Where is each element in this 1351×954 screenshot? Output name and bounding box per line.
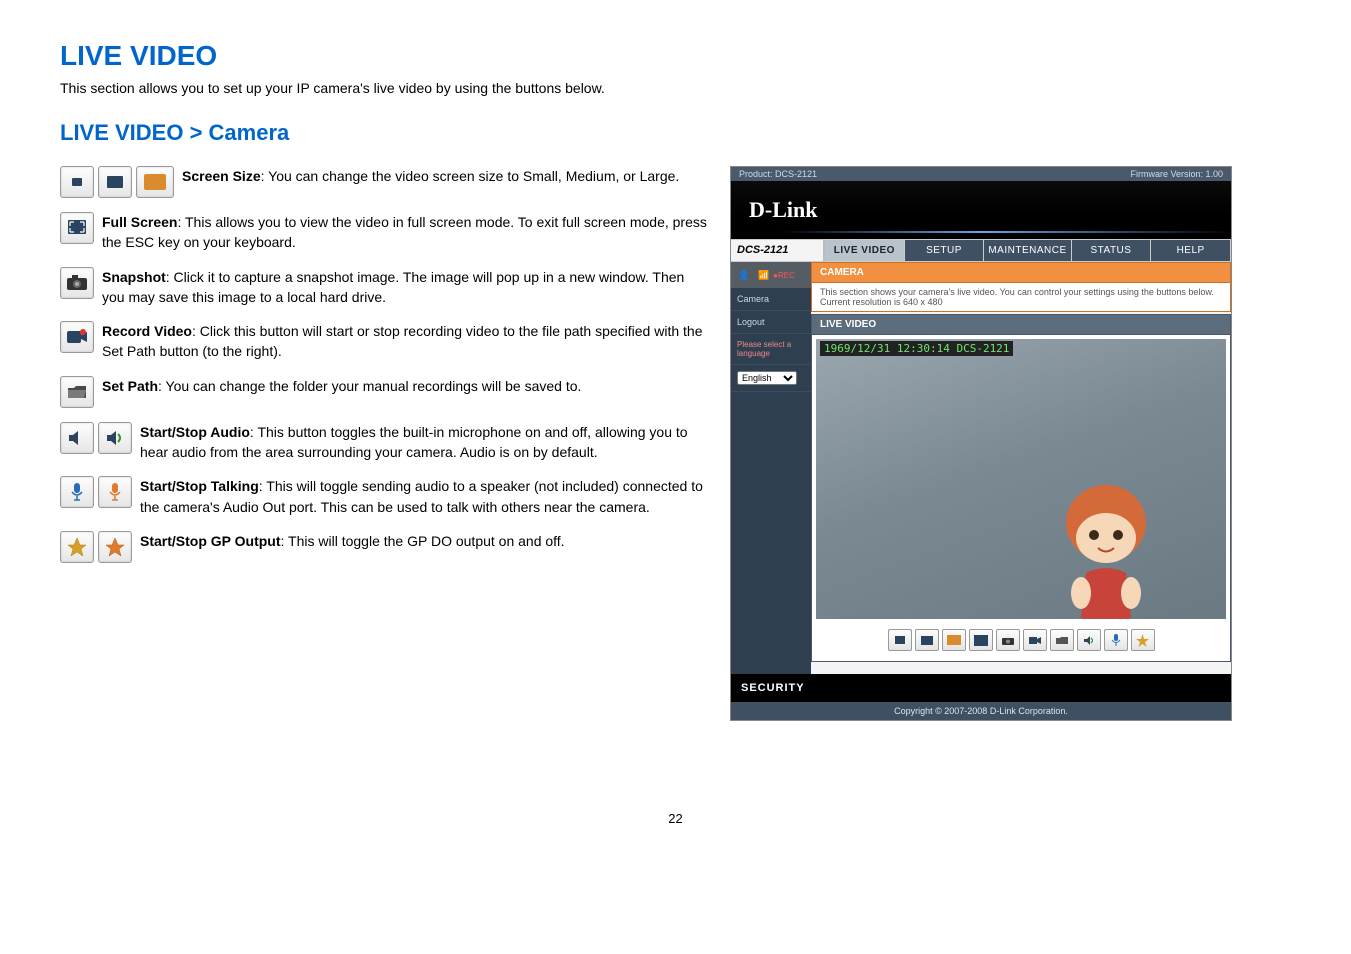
side-camera[interactable]: Camera — [731, 288, 811, 311]
copyright: Copyright © 2007-2008 D-Link Corporation… — [731, 702, 1231, 720]
admin-screenshot: Product: DCS-2121 Firmware Version: 1.00… — [730, 166, 1232, 721]
ctrl-mic-icon[interactable] — [1104, 629, 1128, 651]
audio-label: Start/Stop Audio — [140, 424, 250, 440]
mascot-figure — [1046, 463, 1166, 619]
audio-on-icon — [60, 422, 94, 454]
record-video-text: : Click this button will start or stop r… — [102, 323, 702, 359]
video-osd: 1969/12/31 12:30:14 DCS-2121 — [820, 341, 1013, 356]
record-video-icon — [60, 321, 94, 353]
full-screen-icon — [60, 212, 94, 244]
gp-output-text: : This will toggle the GP DO output on a… — [281, 533, 565, 549]
subheading: LIVE VIDEO > Camera — [60, 120, 1291, 146]
tab-live-video[interactable]: LIVE VIDEO — [825, 240, 905, 261]
intro-text: This section allows you to set up your I… — [60, 80, 1291, 96]
ctrl-full-screen-icon[interactable] — [969, 629, 993, 651]
item-full-screen: Full Screen: This allows you to view the… — [60, 212, 710, 253]
item-talking: Start/Stop Talking: This will toggle sen… — [60, 476, 710, 517]
shot-model: DCS-2121 — [731, 240, 825, 261]
item-snapshot: Snapshot: Click it to capture a snapshot… — [60, 267, 710, 308]
screen-size-label: Screen Size — [182, 168, 261, 184]
shot-firmware: Firmware Version: 1.00 — [1130, 169, 1223, 179]
talking-label: Start/Stop Talking — [140, 478, 259, 494]
item-audio: Start/Stop Audio: This button toggles th… — [60, 422, 710, 463]
live-video-header: LIVE VIDEO — [811, 314, 1231, 335]
tab-status[interactable]: STATUS — [1072, 240, 1152, 261]
ctrl-folder-icon[interactable] — [1050, 629, 1074, 651]
camera-header: CAMERA — [811, 262, 1231, 283]
gp-output-label: Start/Stop GP Output — [140, 533, 281, 549]
item-screen-size: Screen Size: You can change the video sc… — [60, 166, 710, 198]
feature-list: Screen Size: You can change the video sc… — [60, 166, 710, 577]
full-screen-label: Full Screen — [102, 214, 177, 230]
record-video-label: Record Video — [102, 323, 192, 339]
tab-setup[interactable]: SETUP — [905, 240, 985, 261]
ctrl-snapshot-icon[interactable] — [996, 629, 1020, 651]
shot-product: Product: DCS-2121 — [739, 169, 817, 179]
side-logout[interactable]: Logout — [731, 311, 811, 334]
security-row: SECURITY — [731, 674, 1231, 702]
ctrl-screen-large-icon[interactable] — [942, 629, 966, 651]
snapshot-text: : Click it to capture a snapshot image. … — [102, 269, 684, 305]
set-path-text: : You can change the folder your manual … — [158, 378, 581, 394]
set-path-icon — [60, 376, 94, 408]
gp-output-on-icon — [60, 531, 94, 563]
talking-off-icon — [98, 476, 132, 508]
side-rec-icon: ●REC — [777, 268, 791, 282]
audio-off-icon — [98, 422, 132, 454]
side-select-language: Please select a language — [731, 334, 811, 365]
item-gp-output: Start/Stop GP Output: This will toggle t… — [60, 531, 710, 563]
page-number: 22 — [60, 811, 1291, 826]
ctrl-gp-icon[interactable] — [1131, 629, 1155, 651]
screen-large-icon — [136, 166, 174, 198]
tab-help[interactable]: HELP — [1151, 240, 1231, 261]
shot-brand: D-Link — [749, 197, 817, 222]
camera-desc: This section shows your camera's live vi… — [811, 283, 1231, 312]
ctrl-screen-medium-icon[interactable] — [915, 629, 939, 651]
set-path-label: Set Path — [102, 378, 158, 394]
gp-output-off-icon — [98, 531, 132, 563]
screen-size-text: : You can change the video screen size t… — [261, 168, 680, 184]
tab-maintenance[interactable]: MAINTENANCE — [984, 240, 1071, 261]
full-screen-text: : This allows you to view the video in f… — [102, 214, 707, 250]
screen-small-icon — [60, 166, 94, 198]
snapshot-icon — [60, 267, 94, 299]
page-title: LIVE VIDEO — [60, 40, 1291, 72]
screen-medium-icon — [98, 166, 132, 198]
item-record-video: Record Video: Click this button will sta… — [60, 321, 710, 362]
snapshot-label: Snapshot — [102, 269, 166, 285]
ctrl-record-icon[interactable] — [1023, 629, 1047, 651]
side-wifi-icon: 📶 — [757, 268, 771, 282]
video-frame: 1969/12/31 12:30:14 DCS-2121 — [816, 339, 1226, 619]
language-select[interactable]: English — [737, 371, 797, 385]
side-user-icon: 👤 — [737, 268, 751, 282]
item-set-path: Set Path: You can change the folder your… — [60, 376, 710, 408]
ctrl-audio-icon[interactable] — [1077, 629, 1101, 651]
ctrl-screen-small-icon[interactable] — [888, 629, 912, 651]
talking-on-icon — [60, 476, 94, 508]
control-row — [816, 629, 1226, 651]
